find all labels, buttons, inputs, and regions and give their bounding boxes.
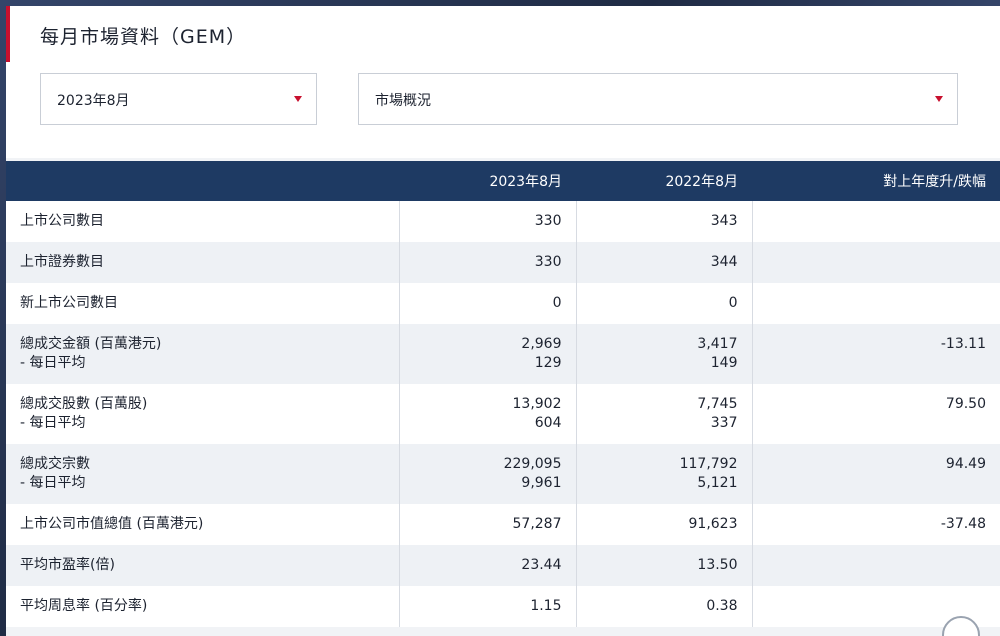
row-sub-label: - 每日平均	[20, 415, 86, 431]
current-value: 330	[399, 242, 577, 283]
table-row: 總成交股數 (百萬股) - 每日平均 13,902 604 7,745 337 …	[6, 384, 1000, 444]
row-label: 上市證券數目	[6, 242, 400, 283]
row-label: 總成交金額 (百萬港元) - 每日平均	[6, 324, 400, 384]
row-label: 上市公司數目	[6, 201, 400, 242]
change-value: 79.50	[752, 384, 1000, 444]
chevron-down-icon	[935, 96, 943, 102]
previous-value: 91,623	[576, 504, 753, 545]
previous-value: 3,417 149	[576, 324, 753, 384]
header-previous-month: 2022年8月	[576, 161, 752, 201]
category-select[interactable]: 市場概況	[358, 73, 958, 125]
row-sub-label: - 每日平均	[20, 475, 86, 491]
change-value: -37.48	[752, 504, 1000, 545]
table-header-row: 2023年8月 2022年8月 對上年度升/跌幅	[6, 161, 1000, 201]
category-select-value: 市場概況	[375, 93, 431, 109]
header-current-month: 2023年8月	[399, 161, 576, 201]
change-value	[752, 201, 1000, 242]
table-row: 平均市盈率(倍) 23.44 13.50	[6, 545, 1000, 586]
change-value	[752, 545, 1000, 586]
previous-value: 0	[576, 283, 753, 324]
current-value: 13,902 604	[399, 384, 577, 444]
current-value: 2,969 129	[399, 324, 577, 384]
change-value: 94.49	[752, 444, 1000, 504]
market-data-table: 2023年8月 2022年8月 對上年度升/跌幅 上市公司數目 330 343 …	[6, 161, 1000, 627]
table-row: 新上市公司數目 0 0	[6, 283, 1000, 324]
table-row: 上市公司數目 330 343	[6, 201, 1000, 242]
previous-value: 344	[576, 242, 753, 283]
row-label: 上市公司市值總值 (百萬港元)	[6, 504, 400, 545]
previous-value: 117,792 5,121	[576, 444, 753, 504]
page-title: 每月市場資料（GEM）	[40, 26, 247, 48]
current-value: 57,287	[399, 504, 577, 545]
month-select[interactable]: 2023年8月	[40, 73, 317, 125]
previous-value: 0.38	[576, 586, 753, 627]
table-row: 上市公司市值總值 (百萬港元) 57,287 91,623 -37.48	[6, 504, 1000, 545]
change-value	[752, 283, 1000, 324]
current-value: 0	[399, 283, 577, 324]
row-label: 總成交宗數 - 每日平均	[6, 444, 400, 504]
title-bar: 每月市場資料（GEM）	[6, 6, 1000, 62]
current-value: 330	[399, 201, 577, 242]
market-data-card: 每月市場資料（GEM） 2023年8月 市場概況 2023年8月 2022年8月…	[6, 6, 1000, 636]
header-label	[6, 161, 399, 201]
row-label: 新上市公司數目	[6, 283, 400, 324]
current-value: 1.15	[399, 586, 577, 627]
month-select-value: 2023年8月	[57, 93, 130, 109]
table-row: 總成交宗數 - 每日平均 229,095 9,961 117,792 5,121…	[6, 444, 1000, 504]
change-value	[752, 242, 1000, 283]
filter-area: 2023年8月 市場概況	[6, 62, 1000, 158]
header-change: 對上年度升/跌幅	[752, 161, 1000, 201]
table-row: 平均周息率 (百分率) 1.15 0.38	[6, 586, 1000, 627]
current-value: 23.44	[399, 545, 577, 586]
chevron-down-icon	[294, 96, 302, 102]
previous-value: 13.50	[576, 545, 753, 586]
previous-value: 7,745 337	[576, 384, 753, 444]
previous-value: 343	[576, 201, 753, 242]
table-row: 總成交金額 (百萬港元) - 每日平均 2,969 129 3,417 149 …	[6, 324, 1000, 384]
row-label: 平均周息率 (百分率)	[6, 586, 400, 627]
current-value: 229,095 9,961	[399, 444, 577, 504]
row-sub-label: - 每日平均	[20, 355, 86, 371]
row-label: 平均市盈率(倍)	[6, 545, 400, 586]
change-value: -13.11	[752, 324, 1000, 384]
row-label: 總成交股數 (百萬股) - 每日平均	[6, 384, 400, 444]
table-row: 上市證券數目 330 344	[6, 242, 1000, 283]
